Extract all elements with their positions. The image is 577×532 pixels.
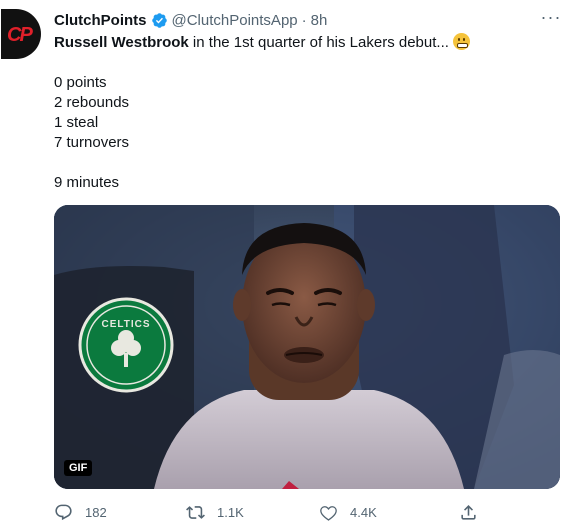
reply-button[interactable]: 182 <box>54 500 107 524</box>
tweet-text: Russell Westbrook in the 1st quarter of … <box>54 33 470 193</box>
tweet-actions: 182 1.1K 4.4K <box>54 500 554 524</box>
stat-line: 7 turnovers <box>54 134 130 151</box>
avatar[interactable]: CP <box>1 9 41 59</box>
tweet-text-rest: in the 1st quarter of his Lakers debut..… <box>188 34 449 51</box>
tweet[interactable]: CP ClutchPoints @ClutchPointsApp · 8h ··… <box>0 0 577 532</box>
reply-icon <box>55 504 72 520</box>
gif-frame-illustration: CELTICS <box>54 205 560 489</box>
share-button[interactable] <box>459 500 490 524</box>
header-separator: · <box>301 11 307 29</box>
stat-line: 2 rebounds <box>54 94 130 111</box>
gif-badge: GIF <box>64 460 93 476</box>
tweet-header: ClutchPoints @ClutchPointsApp · 8h <box>54 10 327 30</box>
tweet-text-mention: Russell Westbrook <box>54 34 189 51</box>
like-icon <box>320 505 337 521</box>
like-count: 4.4K <box>350 504 377 520</box>
tweet-media-gif[interactable]: CELTICS GIF <box>54 205 560 489</box>
avatar-logo: CP <box>7 24 33 47</box>
minutes-line: 9 minutes <box>54 174 120 191</box>
avatar-logo-text: CP <box>7 24 33 46</box>
tweet-text-line-1: Russell Westbrook in the 1st quarter of … <box>54 33 470 53</box>
reply-count: 182 <box>85 504 107 520</box>
like-button[interactable]: 4.4K <box>319 500 377 524</box>
more-icon[interactable]: ··· <box>540 8 562 29</box>
tweet-timestamp[interactable]: 8h <box>311 12 328 29</box>
verified-icon <box>151 12 167 28</box>
author-handle[interactable]: @ClutchPointsApp <box>172 12 298 29</box>
author-name[interactable]: ClutchPoints <box>54 12 147 29</box>
stat-line: 1 steal <box>54 114 99 131</box>
share-icon <box>461 504 476 520</box>
retweet-button[interactable]: 1.1K <box>186 500 244 524</box>
grimace-emoji-icon <box>452 33 470 50</box>
retweet-count: 1.1K <box>217 504 244 520</box>
celtics-logo-text: CELTICS <box>101 319 150 330</box>
stat-line: 0 points <box>54 74 107 91</box>
retweet-icon <box>186 505 205 519</box>
